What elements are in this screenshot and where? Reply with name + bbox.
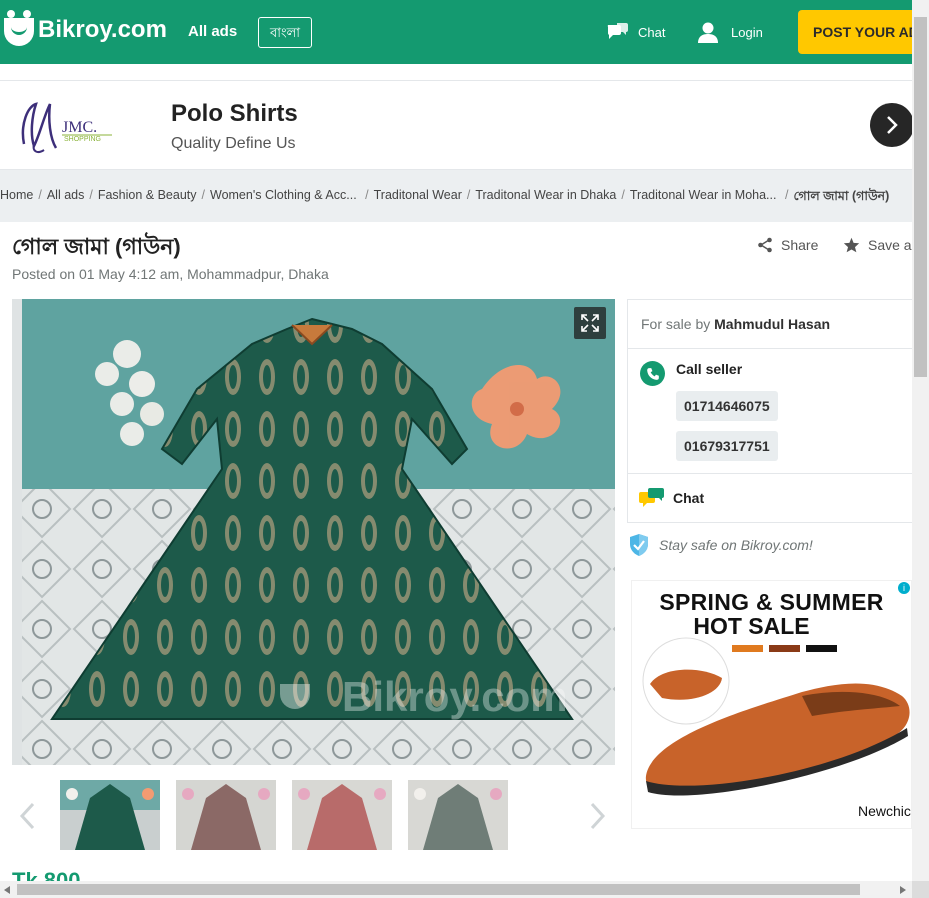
chat-button[interactable]: Chat <box>673 490 704 506</box>
seller-info: For sale by Mahmudul Hasan <box>641 316 830 332</box>
ad-title: গোল জামা (গাউন) <box>12 234 181 259</box>
advertisement-banner[interactable]: SPRING & SUMMER HOT SALE Newchic i <box>631 580 912 829</box>
svg-text:JMC.: JMC. <box>62 119 97 136</box>
all-ads-link[interactable]: All ads <box>188 23 237 40</box>
ad-brand: Newchic <box>858 803 911 819</box>
chat-bubbles-icon <box>607 23 628 39</box>
watermark-text: Bikroy.com <box>342 673 568 720</box>
ad-headline: SPRING & SUMMER <box>659 589 884 615</box>
smiley-logo-icon <box>4 10 34 46</box>
breadcrumb-item-traditional-wear[interactable]: Traditonal Wear <box>374 188 462 208</box>
thumbnail-strip <box>12 780 615 852</box>
chat-nav-label: Chat <box>638 24 666 40</box>
stay-safe-label: Stay safe on Bikroy.com! <box>659 537 813 553</box>
divider <box>628 473 912 474</box>
scrollbar-thumb[interactable] <box>17 884 860 895</box>
shop-logo: JMC. SHOPPING <box>14 94 120 158</box>
breadcrumb-item-womens-clothing[interactable]: Women's Clothing & Acc... <box>210 188 357 208</box>
page: Bikroy.com All ads বাংলা Chat Login POST… <box>0 0 929 898</box>
call-seller-label: Call seller <box>676 361 743 377</box>
for-sale-by-label: For sale by <box>641 316 711 332</box>
divider <box>628 348 912 349</box>
shop-tagline: Quality Define Us <box>171 135 296 152</box>
phone-number-1[interactable]: 01714646075 <box>676 391 778 421</box>
scroll-left-arrow-icon[interactable] <box>4 886 11 894</box>
chat-bubbles-icon <box>639 486 665 515</box>
breadcrumb-item-fashion[interactable]: Fashion & Beauty <box>98 188 197 208</box>
thumbnail-1[interactable] <box>60 780 160 850</box>
scrollbar-thumb[interactable] <box>914 17 927 377</box>
share-button[interactable]: Share <box>757 237 818 253</box>
chevron-right-icon[interactable] <box>870 103 914 147</box>
scroll-right-arrow-icon[interactable] <box>900 886 907 894</box>
breadcrumb-item-home[interactable]: Home <box>0 188 33 208</box>
shield-check-icon <box>630 534 648 556</box>
breadcrumb-item-current: গোল জামা (গাউন) <box>793 189 890 203</box>
breadcrumb-item-all-ads[interactable]: All ads <box>47 188 85 208</box>
share-label: Share <box>781 237 819 253</box>
top-navbar: Bikroy.com All ads বাংলা Chat Login POST… <box>0 0 928 64</box>
info-icon[interactable]: i <box>898 582 910 594</box>
seller-name[interactable]: Mahmudul Hasan <box>714 316 830 332</box>
phone-number-2[interactable]: 01679317751 <box>676 431 778 461</box>
site-logo-text: Bikroy.com <box>38 16 167 43</box>
phone-icon <box>640 361 665 386</box>
shoe-image <box>642 637 910 796</box>
language-toggle-button[interactable]: বাংলা <box>258 17 312 48</box>
post-your-ad-button[interactable]: POST YOUR AD <box>798 10 928 54</box>
login-nav-label: Login <box>731 24 763 40</box>
scrollbar-corner <box>912 881 929 898</box>
vertical-scrollbar[interactable] <box>912 0 929 881</box>
chat-nav-link[interactable]: Chat <box>607 22 665 42</box>
shop-banner[interactable]: JMC. SHOPPING Polo Shirts Quality Define… <box>0 80 914 170</box>
horizontal-scrollbar[interactable] <box>0 881 929 898</box>
chevron-right-icon[interactable] <box>587 802 607 835</box>
save-ad-button[interactable]: Save ad <box>843 237 919 253</box>
site-logo[interactable]: Bikroy.com <box>4 10 167 46</box>
svg-text:SHOPPING: SHOPPING <box>64 136 101 143</box>
shop-name: Polo Shirts <box>171 100 298 127</box>
seller-card: For sale by Mahmudul Hasan Call seller 0… <box>627 299 912 523</box>
login-nav-link[interactable]: Login <box>697 21 763 43</box>
share-icon <box>758 237 772 253</box>
chevron-left-icon[interactable] <box>18 802 38 835</box>
thumbnail-3[interactable] <box>292 780 392 850</box>
breadcrumb: Home / All ads / Fashion & Beauty / Women's… <box>0 188 889 208</box>
expand-icon[interactable] <box>574 307 606 339</box>
thumbnail-2[interactable] <box>176 780 276 850</box>
breadcrumb-item-traditional-moha[interactable]: Traditonal Wear in Moha... <box>630 188 777 208</box>
stay-safe-link[interactable]: Stay safe on Bikroy.com! <box>629 533 813 557</box>
user-icon <box>698 22 718 43</box>
main-product-image[interactable]: Bikroy.com <box>12 299 615 765</box>
posted-info: Posted on 01 May 4:12 am, Mohammadpur, D… <box>12 266 329 282</box>
star-icon <box>843 237 860 253</box>
thumbnail-4[interactable] <box>408 780 508 850</box>
breadcrumb-item-traditional-dhaka[interactable]: Traditonal Wear in Dhaka <box>475 188 616 208</box>
